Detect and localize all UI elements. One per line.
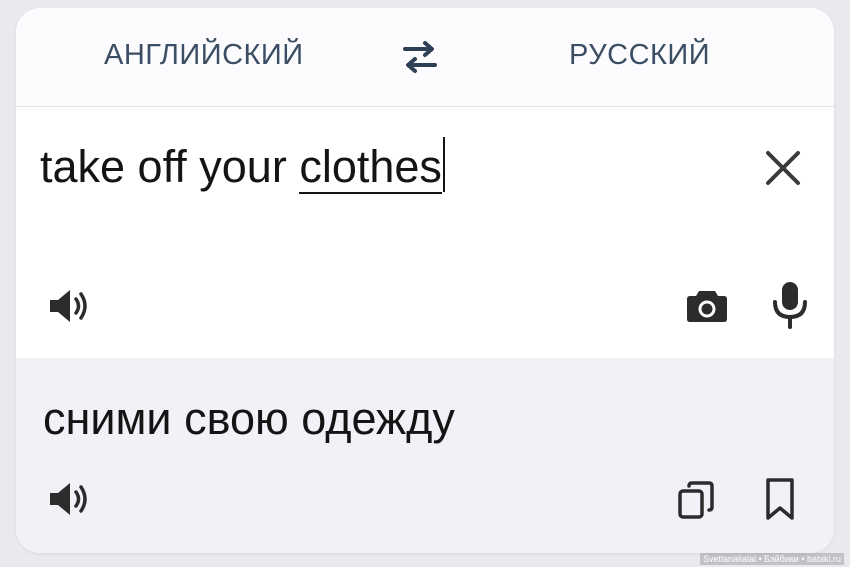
source-text-plain: take off your — [40, 141, 300, 192]
speaker-icon[interactable] — [46, 283, 92, 329]
copy-icon[interactable] — [674, 476, 720, 522]
watermark-text: Svetlanalialai • Бэйбики • babiki.ru — [699, 553, 844, 565]
bookmark-icon[interactable] — [762, 476, 798, 522]
translation-text: сними свою одежду — [43, 393, 455, 444]
microphone-icon[interactable] — [768, 280, 812, 330]
camera-icon[interactable] — [684, 282, 730, 328]
translator-card: АНГЛИЙСКИЙ РУССКИЙ take off your clothes — [16, 8, 834, 553]
target-language-button[interactable]: РУССКИЙ — [569, 39, 710, 72]
translation-output-area: сними свою одежду — [16, 358, 834, 553]
swap-arrows-icon[interactable] — [401, 38, 439, 76]
source-text-input[interactable]: take off your clothes — [40, 137, 445, 194]
source-input-area[interactable]: take off your clothes — [16, 108, 834, 358]
close-icon[interactable] — [762, 147, 804, 189]
speaker-icon[interactable] — [46, 476, 92, 522]
source-language-button[interactable]: АНГЛИЙСКИЙ — [104, 39, 304, 72]
text-caret — [442, 137, 445, 192]
language-bar: АНГЛИЙСКИЙ РУССКИЙ — [16, 8, 834, 107]
source-text-underlined-word: clothes — [299, 141, 442, 194]
